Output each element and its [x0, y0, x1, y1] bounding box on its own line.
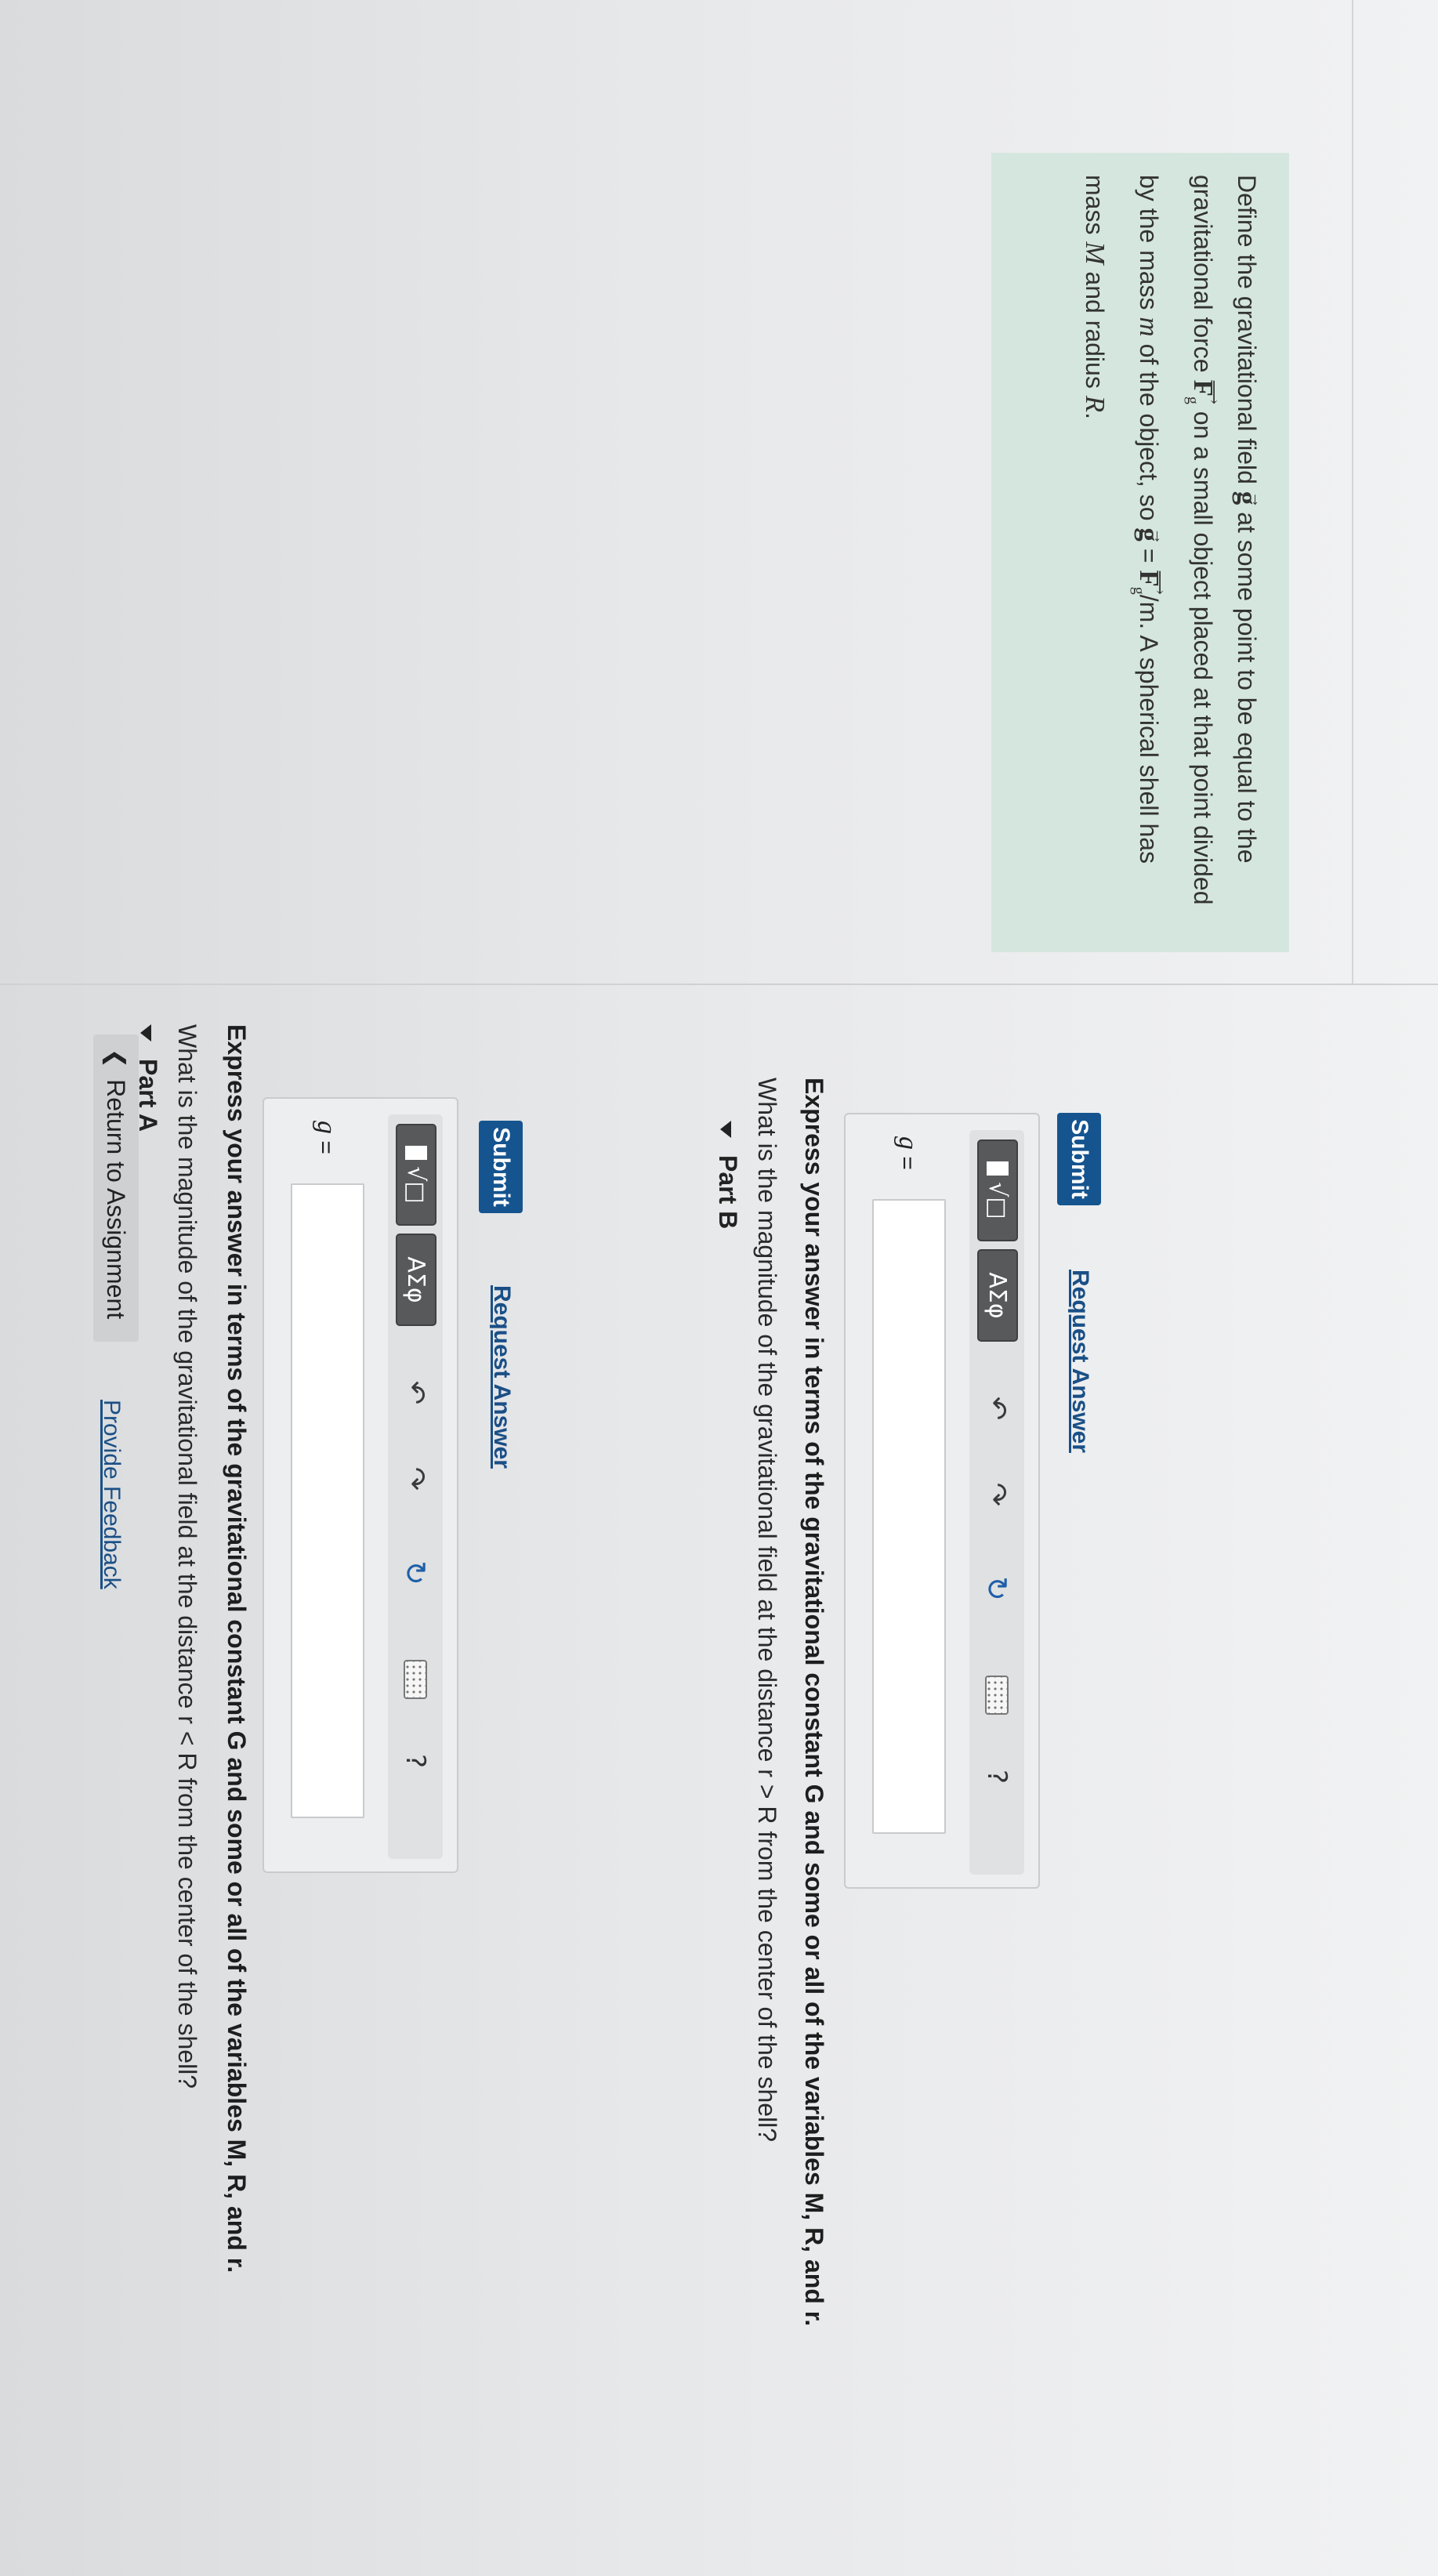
intro-text: of the object, so: [1135, 343, 1163, 521]
radical-icon: √□: [402, 1166, 430, 1204]
help-icon[interactable]: ?: [977, 1757, 1016, 1796]
part-b-header[interactable]: Part B: [713, 1121, 742, 1229]
submit-button[interactable]: Submit: [479, 1121, 523, 1213]
redo-icon[interactable]: ↷: [977, 1475, 1016, 1514]
intro-text: gravitational force: [1189, 175, 1217, 373]
vector-Fg: ⟶ Fg: [1130, 570, 1170, 595]
part-b-instruction: Express your answer in terms of the grav…: [800, 1078, 828, 2327]
equation-label: g =: [893, 1136, 922, 1170]
request-answer-link[interactable]: Request Answer: [488, 1285, 515, 1469]
intro-text: mass: [1081, 175, 1109, 235]
math-toolbar: √□ ΑΣφ ↶ ↷ ↻ ?: [388, 1114, 443, 1859]
intro-text: and radius: [1081, 271, 1109, 389]
radical-icon: √□: [983, 1182, 1012, 1219]
chevron-left-icon: ❮: [102, 1049, 130, 1069]
collapse-triangle-icon[interactable]: [720, 1121, 732, 1138]
part-b-question: What is the magnitude of the gravitation…: [753, 1078, 781, 2143]
keyboard-icon[interactable]: [396, 1655, 435, 1704]
var-R: R: [1080, 395, 1110, 413]
template-square-icon: [987, 1161, 1009, 1176]
var-M: M: [1080, 241, 1110, 265]
templates-button[interactable]: √□: [977, 1139, 1018, 1241]
page-stage: Define the gravitational field → g at som…: [0, 0, 1438, 2576]
answer-input[interactable]: [872, 1199, 946, 1834]
header-divider: [1352, 0, 1353, 984]
intro-text: by the mass: [1135, 175, 1163, 310]
reset-icon[interactable]: ↻: [977, 1569, 1016, 1608]
intro-line-1: Define the gravitational field → g at som…: [1225, 175, 1269, 933]
vector-g: → g: [1232, 491, 1268, 509]
vector-g: → g: [1134, 527, 1170, 545]
var-m: m: [1134, 317, 1165, 337]
intro-line-3: by the mass m of the object, so → g = ⟶ Fg…: [1117, 175, 1171, 933]
return-to-assignment-button[interactable]: ❮ Return to Assignment: [93, 1034, 139, 1342]
intro-text: at some point to be equal to the: [1233, 512, 1261, 864]
redo-icon[interactable]: ↷: [396, 1459, 435, 1498]
intro-line-2: gravitational force ⟶ Fg on a small objec…: [1171, 175, 1225, 933]
templates-button[interactable]: √□: [396, 1124, 436, 1226]
vector-Fg: ⟶ Fg: [1184, 379, 1224, 405]
return-label: Return to Assignment: [102, 1079, 131, 1320]
part-b-title: Part B: [714, 1155, 742, 1230]
help-icon[interactable]: ?: [396, 1741, 435, 1781]
request-answer-link[interactable]: Request Answer: [1067, 1270, 1093, 1453]
problem-intro: Define the gravitational field → g at som…: [991, 153, 1289, 952]
part-a-answer-box: √□ ΑΣφ ↶ ↷ ↻ ? g =: [263, 1097, 458, 1873]
submit-button[interactable]: Submit: [1057, 1113, 1101, 1205]
intro-text: /m. A spherical shell has: [1135, 594, 1163, 864]
intro-line-4: mass M and radius R.: [1080, 175, 1110, 419]
math-toolbar: √□ ΑΣφ ↶ ↷ ↻ ?: [969, 1130, 1024, 1875]
template-square-icon: [405, 1146, 427, 1161]
equation-label: g =: [312, 1121, 341, 1154]
keyboard-icon[interactable]: [977, 1671, 1016, 1719]
part-a-instruction: Express your answer in terms of the grav…: [223, 1024, 251, 2273]
greek-symbols-button[interactable]: ΑΣφ: [396, 1234, 436, 1326]
undo-icon[interactable]: ↶: [396, 1373, 435, 1412]
intro-text: on a small object placed at that point d…: [1189, 411, 1217, 905]
reset-icon[interactable]: ↻: [396, 1553, 435, 1592]
content-divider: [0, 984, 1438, 985]
provide-feedback-link[interactable]: Provide Feedback: [98, 1400, 125, 1589]
equals-sign: =: [1135, 548, 1163, 563]
answer-input[interactable]: [291, 1183, 364, 1818]
part-a-question: What is the magnitude of the gravitation…: [173, 1024, 201, 2089]
undo-icon[interactable]: ↶: [977, 1389, 1016, 1428]
intro-text: Define the gravitational field: [1233, 175, 1261, 484]
greek-symbols-button[interactable]: ΑΣφ: [977, 1249, 1018, 1342]
part-b-answer-box: √□ ΑΣφ ↶ ↷ ↻ ? g =: [844, 1113, 1040, 1889]
collapse-triangle-icon[interactable]: [140, 1024, 152, 1042]
